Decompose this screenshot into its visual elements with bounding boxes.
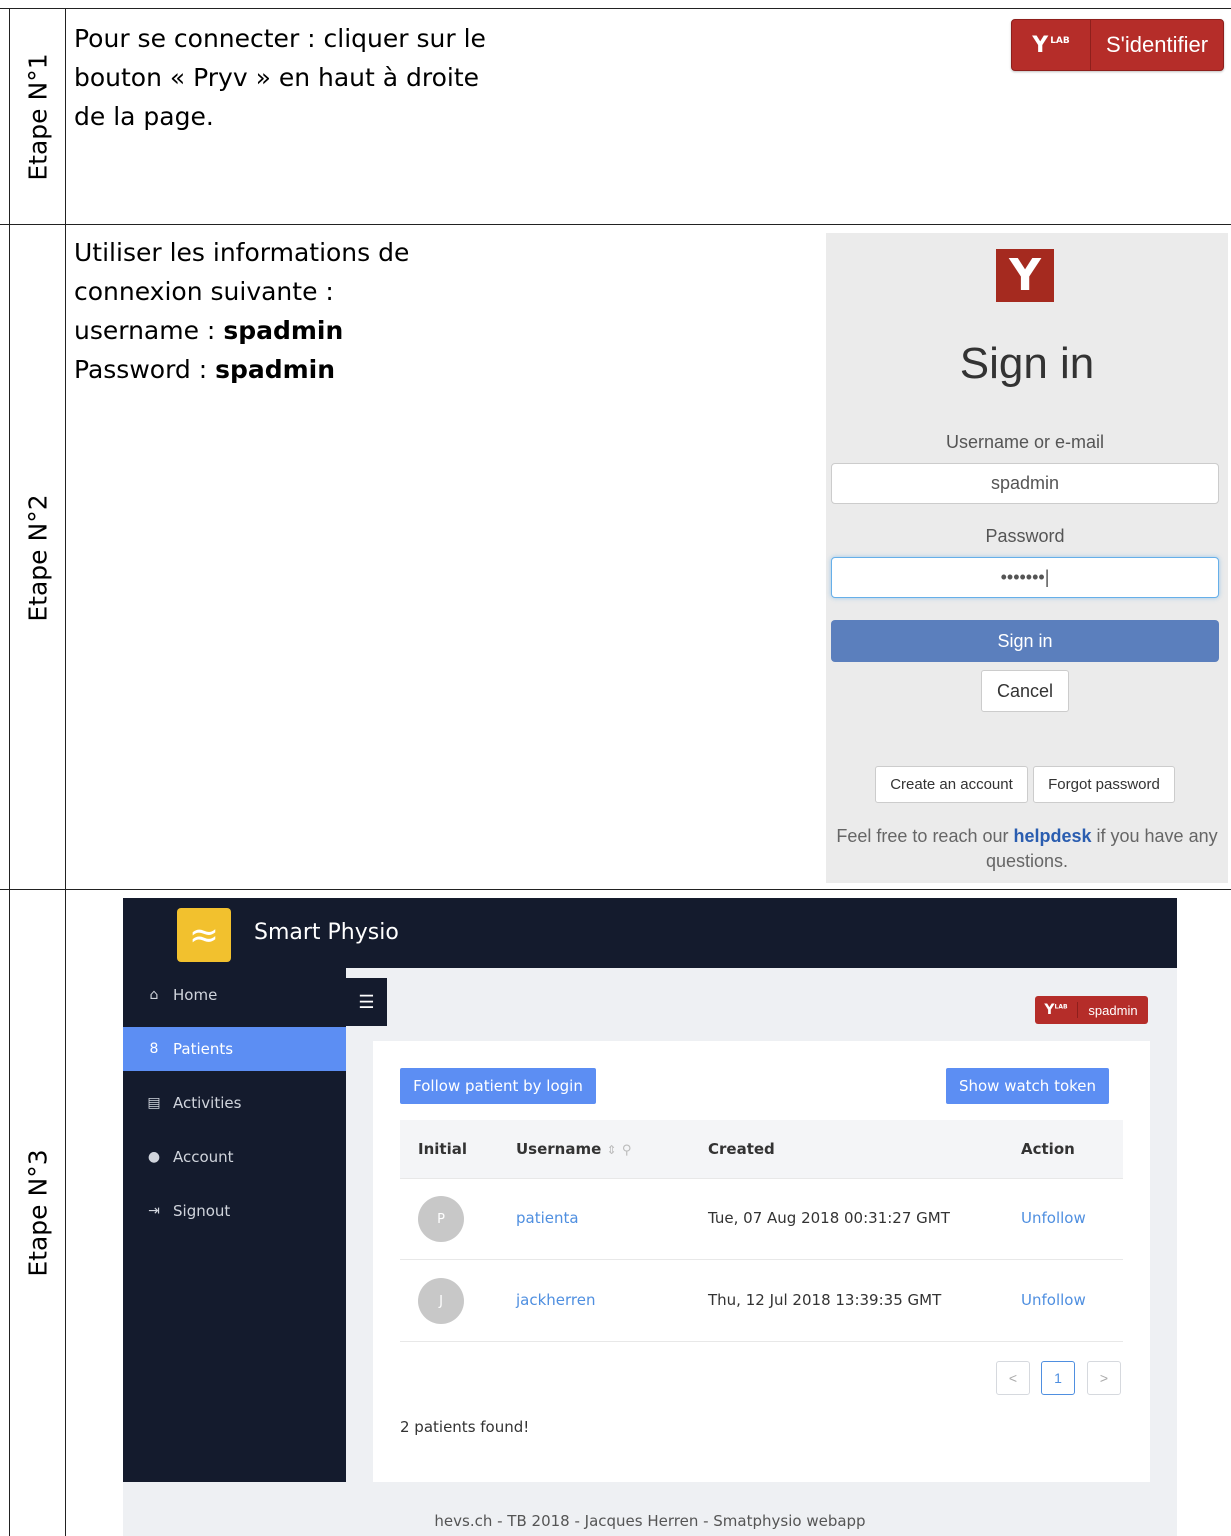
- menu-toggle-icon[interactable]: ☰: [346, 978, 387, 1026]
- step-label-cell: Etape N°3: [9, 890, 66, 1536]
- step-1-row: Etape N°1 Pour se connecter : cliquer su…: [0, 8, 1231, 225]
- username-input[interactable]: spadmin: [831, 463, 1219, 504]
- table-row: P patienta Tue, 07 Aug 2018 00:31:27 GMT…: [400, 1178, 1123, 1260]
- step-2-instruction: Utiliser les informations de connexion s…: [74, 233, 409, 389]
- logout-icon: ⇥: [148, 1203, 160, 1219]
- signin-panel: Y Sign in Username or e-mail spadmin Pas…: [826, 233, 1228, 883]
- column-header-action: Action: [1021, 1140, 1075, 1158]
- signin-button[interactable]: Sign in: [831, 620, 1219, 662]
- sidebar-item-label: Home: [173, 986, 218, 1004]
- pagination-page-1[interactable]: 1: [1041, 1361, 1075, 1395]
- search-icon[interactable]: ⚲: [622, 1143, 632, 1158]
- instruction-line: Pour se connecter : cliquer sur le: [74, 24, 486, 53]
- user-badge[interactable]: YLAB spadmin: [1035, 996, 1148, 1024]
- password-label: Password: [985, 526, 1065, 546]
- instruction-line: Utiliser les informations de: [74, 238, 410, 267]
- username-value: spadmin: [223, 316, 344, 345]
- step-label: Etape N°3: [23, 1149, 52, 1277]
- list-icon: ▤: [147, 1095, 161, 1111]
- pagination-next-button[interactable]: >: [1087, 1361, 1121, 1395]
- instruction-line: bouton « Pryv » en haut à droite: [74, 63, 480, 92]
- patients-found-text: 2 patients found!: [400, 1418, 530, 1436]
- sidebar-item-label: Activities: [173, 1094, 242, 1112]
- follow-patient-button[interactable]: Follow patient by login: [400, 1068, 596, 1104]
- column-header-username[interactable]: Username ⇕ ⚲: [516, 1120, 631, 1180]
- created-date: Tue, 07 Aug 2018 00:31:27 GMT: [708, 1209, 950, 1227]
- users-icon: 8: [149, 1041, 159, 1057]
- pryv-logo-icon: Y: [996, 249, 1054, 302]
- sidebar-item-signout[interactable]: ⇥ Signout: [123, 1189, 346, 1233]
- created-date: Thu, 12 Jul 2018 13:39:35 GMT: [708, 1291, 942, 1309]
- info-icon: ●: [147, 1149, 161, 1165]
- sidebar-item-activities[interactable]: ▤ Activities: [123, 1081, 346, 1125]
- table-row: J jackherren Thu, 12 Jul 2018 13:39:35 G…: [400, 1260, 1123, 1342]
- instruction-document: Etape N°1 Pour se connecter : cliquer su…: [0, 0, 1231, 1536]
- avatar: P: [418, 1196, 464, 1242]
- step-label: Etape N°2: [23, 493, 52, 622]
- step-label-cell: Etape N°2: [9, 225, 66, 890]
- patient-username-link[interactable]: patienta: [516, 1178, 579, 1259]
- helpdesk-link[interactable]: helpdesk: [1013, 826, 1091, 846]
- sidebar-item-home[interactable]: ⌂ Home: [123, 973, 346, 1017]
- sidebar-item-account[interactable]: ● Account: [123, 1135, 346, 1179]
- username-instruction: username : spadmin: [74, 316, 344, 345]
- step-label: Etape N°1: [23, 53, 52, 181]
- username-label: Username or e-mail: [945, 432, 1105, 452]
- instruction-line: de la page.: [74, 102, 214, 131]
- app-logo-icon[interactable]: ≈: [177, 908, 231, 962]
- patient-username-link[interactable]: jackherren: [516, 1260, 596, 1341]
- pryv-signin-button[interactable]: Y LAB S'identifier: [1011, 19, 1224, 71]
- sort-icon[interactable]: ⇕: [607, 1143, 617, 1157]
- signin-title: Sign in: [959, 339, 1095, 388]
- instruction-line: connexion suivante :: [74, 277, 334, 306]
- smart-physio-screenshot: ≈ Smart Physio ⌂ Home 8 Patients ▤ Activ…: [123, 898, 1177, 1536]
- table-header: Initial Username ⇕ ⚲ Created Action: [400, 1120, 1123, 1179]
- sidebar-item-label: Account: [173, 1148, 234, 1166]
- sidebar-item-label: Patients: [173, 1040, 234, 1058]
- cancel-button[interactable]: Cancel: [981, 670, 1069, 712]
- help-text: Feel free to reach our helpdesk if you h…: [836, 826, 1218, 871]
- step-1-instruction: Pour se connecter : cliquer sur le bouto…: [74, 19, 486, 136]
- unfollow-link[interactable]: Unfollow: [1021, 1260, 1086, 1341]
- app-footer: hevs.ch - TB 2018 - Jacques Herren - Sma…: [434, 1512, 866, 1530]
- password-value: spadmin: [215, 355, 336, 384]
- pryv-logo-icon: YLAB: [1035, 1002, 1078, 1018]
- pryv-button-label: S'identifier: [1105, 32, 1209, 57]
- sidebar-item-label: Signout: [173, 1202, 231, 1220]
- password-input[interactable]: •••••••|: [831, 557, 1219, 598]
- sidebar: ⌂ Home 8 Patients ▤ Activities ● Account…: [123, 968, 346, 1482]
- column-header-created: Created: [708, 1140, 775, 1158]
- create-account-button[interactable]: Create an account: [875, 766, 1028, 803]
- pryv-logo-icon: YLAB: [1012, 20, 1091, 70]
- show-watch-token-button[interactable]: Show watch token: [946, 1068, 1109, 1104]
- avatar: J: [418, 1278, 464, 1324]
- column-header-initial: Initial: [418, 1140, 467, 1158]
- app-name: Smart Physio: [254, 920, 399, 945]
- forgot-password-button[interactable]: Forgot password: [1033, 766, 1175, 803]
- user-badge-username: spadmin: [1088, 1002, 1138, 1018]
- password-instruction: Password : spadmin: [74, 355, 336, 384]
- home-icon: ⌂: [149, 987, 159, 1003]
- unfollow-link[interactable]: Unfollow: [1021, 1178, 1086, 1259]
- sidebar-item-patients[interactable]: 8 Patients: [123, 1027, 346, 1071]
- pagination-prev-button[interactable]: <: [996, 1361, 1030, 1395]
- step-label-cell: Etape N°1: [9, 9, 66, 225]
